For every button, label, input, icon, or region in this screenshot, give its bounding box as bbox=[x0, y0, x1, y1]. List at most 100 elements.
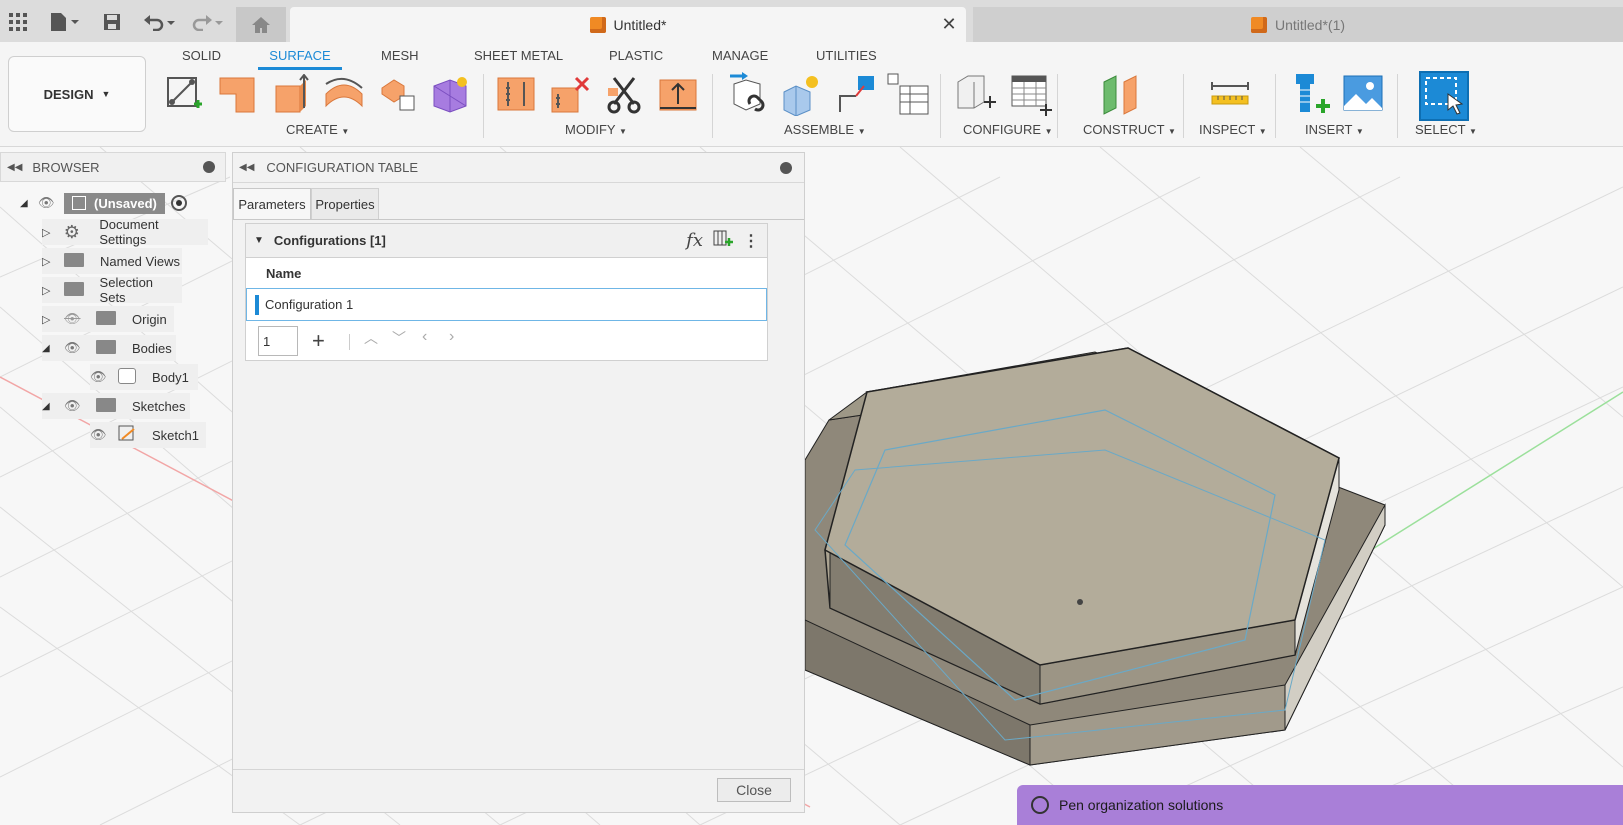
activate-radio-icon[interactable] bbox=[170, 195, 187, 211]
tree-item-named-views[interactable]: ▷ Named Views bbox=[42, 248, 182, 274]
group-construct[interactable]: CONSTRUCT ▼ bbox=[1083, 122, 1176, 137]
tree-item-selection-sets[interactable]: ▷ Selection Sets bbox=[42, 275, 182, 305]
folder-icon bbox=[63, 281, 100, 299]
tab-properties[interactable]: Properties bbox=[311, 188, 379, 220]
tab-untitled-1[interactable]: Untitled*(1) bbox=[973, 7, 1623, 42]
measure-icon[interactable] bbox=[1208, 72, 1252, 116]
row-count-input[interactable]: 1 bbox=[258, 326, 298, 356]
tab-manage[interactable]: MANAGE bbox=[712, 48, 768, 70]
expanded-triangle-icon[interactable]: ◢ bbox=[42, 401, 64, 412]
save-icon[interactable] bbox=[98, 8, 126, 36]
home-icon[interactable] bbox=[236, 7, 286, 42]
boundary-fill-icon[interactable] bbox=[428, 72, 472, 116]
select-tool-icon[interactable] bbox=[1419, 71, 1469, 121]
tab-untitled[interactable]: Untitled* bbox=[290, 7, 966, 42]
group-configure[interactable]: CONFIGURE ▼ bbox=[963, 122, 1053, 137]
tree-item-document-settings[interactable]: ▷ ⚙ Document Settings bbox=[42, 217, 208, 247]
tab-plastic[interactable]: PLASTIC bbox=[609, 48, 663, 70]
add-column-icon[interactable] bbox=[713, 230, 733, 251]
chevron-down-icon: ▼ bbox=[341, 127, 350, 136]
configuration-table-icon[interactable] bbox=[1010, 72, 1054, 116]
fx-icon[interactable]: fx bbox=[686, 230, 703, 251]
chevron-down-icon: ▼ bbox=[1168, 127, 1176, 136]
eye-icon[interactable]: 👁 bbox=[38, 195, 64, 211]
new-component-link-icon[interactable] bbox=[728, 72, 772, 116]
undo-icon[interactable] bbox=[140, 8, 180, 36]
group-label: ASSEMBLE bbox=[784, 122, 855, 137]
minimize-panel-icon[interactable] bbox=[203, 161, 215, 173]
move-down-icon[interactable]: ﹀ bbox=[392, 328, 406, 348]
tree-item-bodies[interactable]: ◢ 👁 Bodies bbox=[42, 335, 176, 361]
minimize-panel-icon[interactable] bbox=[780, 161, 792, 174]
joint-icon[interactable] bbox=[834, 72, 878, 116]
tab-solid[interactable]: SOLID bbox=[182, 48, 221, 70]
offset-plane-icon[interactable] bbox=[1100, 72, 1144, 116]
eye-icon[interactable]: 👁 bbox=[64, 398, 96, 414]
configure-design-icon[interactable] bbox=[954, 72, 998, 116]
chevron-down-icon: ▼ bbox=[1468, 127, 1477, 136]
file-menu-icon[interactable] bbox=[44, 8, 84, 36]
expanded-triangle-icon[interactable]: ◢ bbox=[20, 198, 38, 209]
tab-parameters[interactable]: Parameters bbox=[233, 188, 311, 220]
group-create[interactable]: CREATE ▼ bbox=[286, 122, 349, 137]
thicken-icon[interactable] bbox=[494, 72, 538, 116]
trim-icon[interactable] bbox=[602, 72, 646, 116]
divider bbox=[1397, 74, 1398, 138]
tree-item-sketches[interactable]: ◢ 👁 Sketches bbox=[42, 393, 190, 419]
collapsed-triangle-icon[interactable]: ▷ bbox=[42, 313, 64, 326]
tree-item-sketch1[interactable]: 👁 Sketch1 bbox=[90, 422, 206, 448]
create-sketch-icon[interactable] bbox=[162, 72, 206, 116]
collapse-icon[interactable]: ◀◀ bbox=[239, 162, 254, 173]
assistant-notification-bar[interactable]: Pen organization solutions bbox=[1017, 785, 1623, 825]
close-button[interactable]: Close bbox=[717, 778, 791, 802]
move-right-icon[interactable]: › bbox=[449, 328, 454, 346]
move-up-icon[interactable]: ︿ bbox=[364, 328, 378, 348]
sweep-icon[interactable] bbox=[376, 72, 420, 116]
group-modify[interactable]: MODIFY ▼ bbox=[565, 122, 627, 137]
group-select[interactable]: SELECT ▼ bbox=[1415, 122, 1477, 137]
collapsed-triangle-icon[interactable]: ▷ bbox=[42, 226, 64, 239]
group-insert[interactable]: INSERT ▼ bbox=[1305, 122, 1364, 137]
tab-mesh[interactable]: MESH bbox=[381, 48, 419, 70]
insert-image-icon[interactable] bbox=[1342, 72, 1386, 116]
app-grid-icon[interactable] bbox=[4, 8, 32, 36]
close-tab-icon[interactable]: ✕ bbox=[939, 14, 959, 34]
collapse-icon[interactable]: ◀◀ bbox=[7, 162, 22, 173]
configurations-section-header[interactable]: ▼ Configurations [1] fx ⋮ bbox=[246, 224, 767, 258]
tree-item-origin[interactable]: ▷ 👁 Origin bbox=[42, 306, 174, 332]
new-component-icon[interactable] bbox=[780, 72, 824, 116]
collapsed-triangle-icon[interactable]: ▷ bbox=[42, 255, 64, 268]
offset-face-icon[interactable] bbox=[656, 72, 700, 116]
tab-sheet-metal[interactable]: SHEET METAL bbox=[474, 48, 563, 70]
redo-icon[interactable] bbox=[188, 8, 228, 36]
table-row[interactable]: Configuration 1 bbox=[246, 288, 767, 321]
hexagon-body-model bbox=[805, 347, 1386, 766]
move-left-icon[interactable]: ‹ bbox=[422, 328, 427, 346]
chevron-down-icon: ▼ bbox=[857, 127, 866, 136]
delete-face-icon[interactable] bbox=[548, 72, 592, 116]
revolve-icon[interactable] bbox=[322, 72, 366, 116]
eye-icon[interactable]: 👁 bbox=[64, 340, 96, 356]
tab-surface[interactable]: SURFACE bbox=[258, 48, 342, 70]
expanded-triangle-icon[interactable]: ▼ bbox=[254, 235, 264, 246]
eye-icon[interactable]: 👁 bbox=[90, 369, 118, 385]
eye-icon[interactable]: 👁 bbox=[90, 427, 118, 443]
workspace-switcher[interactable]: DESIGN ▼ bbox=[8, 56, 146, 132]
expanded-triangle-icon[interactable]: ◢ bbox=[42, 343, 64, 354]
patch-icon[interactable] bbox=[216, 72, 260, 116]
group-inspect[interactable]: INSPECT ▼ bbox=[1199, 122, 1267, 137]
component-icon bbox=[72, 196, 86, 210]
tab-utilities[interactable]: UTILITIES bbox=[816, 48, 877, 70]
extrude-icon[interactable] bbox=[270, 72, 314, 116]
insert-mcmaster-icon[interactable] bbox=[1290, 72, 1334, 116]
more-options-icon[interactable]: ⋮ bbox=[743, 231, 759, 251]
collapsed-triangle-icon[interactable]: ▷ bbox=[42, 284, 64, 297]
tree-item-body1[interactable]: 👁 Body1 bbox=[90, 364, 198, 390]
gear-icon: ⚙ bbox=[63, 221, 80, 242]
eye-hidden-icon[interactable]: 👁 bbox=[64, 311, 96, 327]
add-row-icon[interactable]: + bbox=[312, 326, 332, 356]
tree-item-root[interactable]: ◢ 👁 (Unsaved) bbox=[20, 190, 210, 216]
bom-icon[interactable] bbox=[886, 72, 930, 116]
column-header-name: Name bbox=[266, 266, 302, 281]
group-assemble[interactable]: ASSEMBLE ▼ bbox=[784, 122, 866, 137]
